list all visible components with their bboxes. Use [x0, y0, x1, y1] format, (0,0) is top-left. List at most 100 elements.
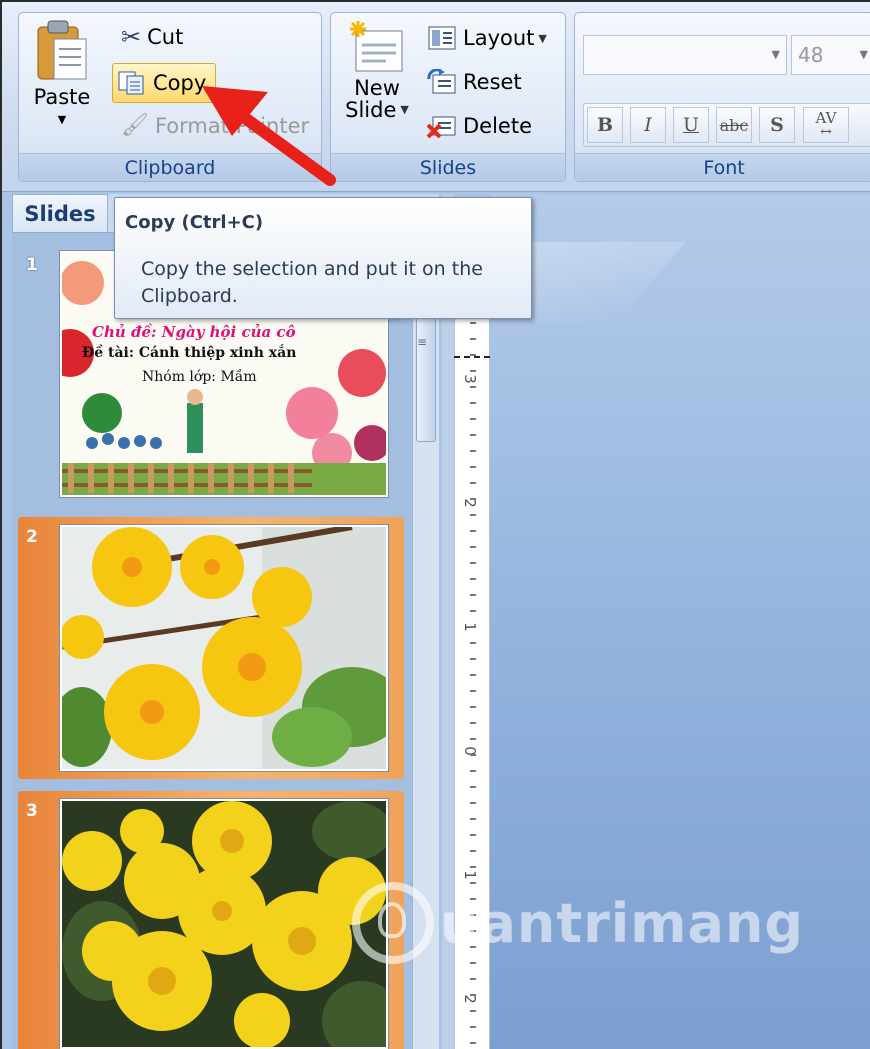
delete-label: Delete	[463, 114, 532, 138]
ruler-tick	[470, 498, 476, 500]
slide-thumbnail-row-3[interactable]: 3	[18, 791, 404, 1049]
slide-number: 1	[26, 255, 38, 275]
ruler-tick	[470, 674, 476, 676]
font-size-combobox[interactable]: 48 ▼	[791, 35, 870, 75]
tooltip-body: Copy the selection and put it on the Cli…	[141, 258, 483, 307]
slide-thumbnail-3[interactable]	[60, 799, 388, 1049]
ruler-tick	[470, 546, 476, 548]
ruler-tick	[470, 770, 476, 772]
shadow-button[interactable]: S	[759, 107, 795, 143]
scroll-grip-icon: ≡	[416, 335, 428, 349]
character-spacing-button[interactable]: AV ↔	[803, 107, 849, 143]
brush-icon: 🖌	[121, 113, 149, 138]
ruler-tick	[470, 322, 476, 324]
ruler-label: 3	[460, 374, 479, 384]
reset-icon	[427, 69, 456, 94]
underline-label: U	[682, 114, 699, 136]
slide-3-image	[62, 801, 386, 1047]
delete-icon	[427, 116, 456, 139]
paste-icon	[37, 20, 87, 80]
spacing-arrows-icon: ↔	[820, 124, 832, 140]
italic-label: I	[644, 114, 652, 136]
italic-button[interactable]: I	[630, 107, 666, 143]
ruler-tick	[470, 994, 476, 996]
delete-button[interactable]: Delete	[427, 113, 532, 139]
scissors-icon: ✂	[121, 23, 142, 51]
font-group: ▼ 48 ▼ B I U abc S AV ↔ Font	[574, 12, 870, 182]
ruler-tick	[470, 1010, 476, 1012]
ruler-tick	[470, 642, 476, 644]
bold-button[interactable]: B	[587, 107, 623, 143]
tooltip-title: Copy (Ctrl+C)	[125, 212, 264, 233]
ruler-tick	[470, 802, 476, 804]
slide-2-image	[62, 527, 386, 769]
ruler-tick	[470, 706, 476, 708]
cut-label: Cut	[147, 25, 184, 49]
new-slide-button[interactable]: New Slide ▼	[337, 19, 417, 145]
reset-button[interactable]: Reset	[427, 69, 522, 95]
paste-button[interactable]: Paste ▼	[27, 17, 97, 141]
layout-button[interactable]: Layout ▼	[427, 25, 547, 51]
new-slide-label-row: Slide ▼	[345, 99, 409, 121]
slides-group: New Slide ▼ Layout ▼ Reset Delete Slides	[330, 12, 566, 182]
lightbulb-logo-icon	[352, 882, 434, 964]
ruler-tick	[470, 738, 476, 740]
strikethrough-button[interactable]: abc	[716, 107, 752, 143]
font-size-value: 48	[798, 43, 824, 67]
bold-label: B	[596, 114, 614, 136]
reset-label: Reset	[463, 70, 522, 94]
annotation-arrow	[202, 86, 336, 186]
tab-slides[interactable]: Slides	[12, 194, 108, 232]
ruler-tick	[470, 818, 476, 820]
slide-1-topic: Đề tài: Cánh thiệp xinh xắn	[82, 345, 297, 361]
ruler-tick	[470, 1026, 476, 1028]
ruler-tick	[470, 866, 476, 868]
ruler-tick	[470, 530, 476, 532]
slide-number: 3	[26, 801, 38, 821]
cut-button[interactable]: ✂ Cut	[121, 23, 183, 51]
shadow-label: S	[770, 114, 784, 136]
slide-thumbnail-2[interactable]	[60, 525, 388, 771]
ruler-tick	[470, 754, 476, 756]
ruler-tick	[470, 370, 476, 372]
copy-icon	[118, 71, 144, 95]
slide-thumbnail-row-2[interactable]: 2	[18, 517, 404, 779]
paste-dropdown-icon[interactable]: ▼	[58, 113, 66, 126]
ruler-tick	[470, 658, 476, 660]
new-slide-label-2: Slide	[345, 98, 397, 122]
slides-group-label: Slides	[331, 153, 565, 181]
new-slide-dropdown-icon[interactable]: ▼	[400, 99, 408, 121]
ruler-tick	[470, 418, 476, 420]
ruler-tick	[470, 482, 476, 484]
ruler-tick	[470, 514, 476, 516]
ruler-tick	[470, 386, 476, 388]
slide-1-group: Nhóm lớp: Mầm	[142, 369, 257, 385]
slide-1-title: Chủ đề: Ngày hội của cô	[92, 323, 296, 341]
spacing-label: AV	[815, 109, 837, 127]
ribbon: Paste ▼ ✂ Cut Copy 🖌 Format Painter Clip…	[2, 2, 870, 192]
watermark: uantrimang	[352, 882, 804, 964]
ruler-label: 1	[460, 870, 479, 880]
new-slide-label-1: New	[354, 76, 400, 100]
ruler-tick	[470, 434, 476, 436]
layout-icon	[428, 26, 456, 50]
layout-dropdown-icon[interactable]: ▼	[538, 32, 546, 45]
font-name-combobox[interactable]: ▼	[583, 35, 787, 75]
ruler-tick	[470, 626, 476, 628]
copy-tooltip: Copy (Ctrl+C) Copy the selection and put…	[114, 197, 532, 319]
new-slide-icon	[350, 21, 403, 72]
ruler-tick	[470, 562, 476, 564]
ruler-tick	[470, 722, 476, 724]
ruler-tick	[470, 594, 476, 596]
ruler-tick	[470, 338, 476, 340]
watermark-text: uantrimang	[440, 891, 805, 955]
layout-label: Layout	[463, 26, 535, 50]
font-name-dropdown-icon[interactable]: ▼	[772, 48, 780, 61]
font-group-label: Font	[575, 153, 870, 181]
ruler-indent-marker[interactable]	[454, 356, 490, 358]
ruler-tick	[470, 466, 476, 468]
strikethrough-label: abc	[719, 115, 749, 135]
underline-button[interactable]: U	[673, 107, 709, 143]
font-size-dropdown-icon[interactable]: ▼	[860, 48, 868, 61]
ruler-tick	[470, 978, 476, 980]
